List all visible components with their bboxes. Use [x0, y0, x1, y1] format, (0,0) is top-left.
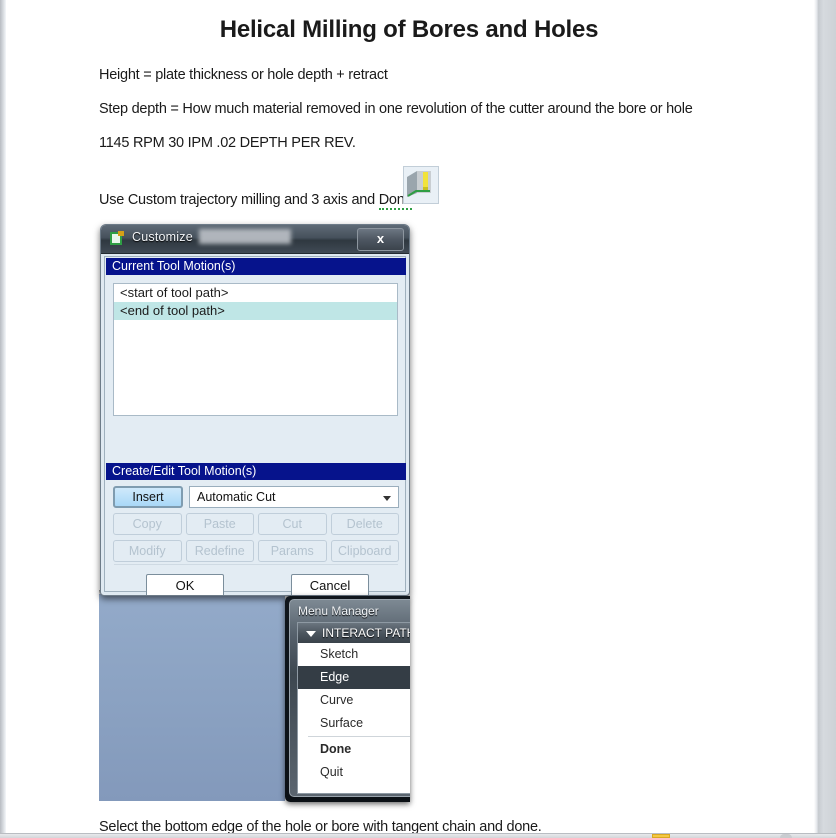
- menu-separator: [308, 736, 410, 737]
- body-line-rpm: 1145 RPM 30 IPM .02 DEPTH PER REV.: [99, 135, 356, 151]
- creo-app-icon: [109, 230, 126, 247]
- insert-button[interactable]: Insert: [113, 486, 183, 508]
- modify-button: Modify: [113, 540, 182, 562]
- insert-row: Insert Automatic Cut: [113, 486, 399, 508]
- document-page: Helical Milling of Bores and Holes Heigh…: [0, 0, 836, 838]
- redefine-button: Redefine: [185, 540, 254, 562]
- page-left-edge: [0, 0, 6, 838]
- list-item[interactable]: <start of tool path>: [114, 284, 397, 302]
- cut-type-select[interactable]: Automatic Cut: [189, 486, 399, 508]
- menu-item-quit[interactable]: Quit: [298, 761, 410, 784]
- create-edit-tool-motions-header: Create/Edit Tool Motion(s): [106, 463, 406, 480]
- customize-dialog-body: Current Tool Motion(s) <start of tool pa…: [104, 256, 406, 595]
- ok-button[interactable]: OK: [146, 574, 224, 595]
- dialog-divider: [114, 564, 398, 565]
- customize-title-text: Customize: [132, 230, 193, 244]
- close-icon[interactable]: x: [357, 228, 404, 251]
- taskbar-folder-icon[interactable]: [652, 834, 670, 838]
- page-right-margin: [818, 0, 836, 838]
- menu-manager-title: Menu Manager: [298, 604, 379, 618]
- params-button: Params: [258, 540, 327, 562]
- current-tool-motions-header: Current Tool Motion(s): [106, 258, 406, 275]
- menu-item-curve[interactable]: Curve: [298, 689, 410, 712]
- chevron-down-icon: [306, 631, 316, 637]
- delete-button: Delete: [330, 513, 399, 535]
- trajectory-milling-icon: [403, 166, 439, 204]
- customize-dialog: Customize x Current Tool Motion(s) <star…: [100, 224, 410, 596]
- menu-manager-list: INTERACT PATH Sketch Edge Curve Surface …: [297, 622, 410, 794]
- menu-manager-panel: Menu Manager INTERACT PATH Sketch Edge C…: [285, 596, 410, 802]
- customize-titlebar[interactable]: Customize x: [101, 225, 409, 254]
- menu-item-edge[interactable]: Edge: [298, 666, 410, 689]
- body-line-custom-trajectory: Use Custom trajectory milling and 3 axis…: [99, 192, 416, 210]
- page-title: Helical Milling of Bores and Holes: [219, 16, 599, 43]
- ok-cancel-row: OK Cancel: [113, 574, 399, 595]
- menu-item-done[interactable]: Done: [298, 738, 410, 761]
- body-line-height: Height = plate thickness or hole depth +…: [99, 67, 388, 83]
- clipboard-button: Clipboard: [330, 540, 399, 562]
- interact-path-header-text: INTERACT PATH: [322, 626, 410, 640]
- action-buttons-row-1: Copy Paste Cut Delete: [113, 513, 399, 535]
- interact-path-header[interactable]: INTERACT PATH: [298, 623, 410, 643]
- menu-item-surface[interactable]: Surface: [298, 712, 410, 735]
- cancel-button[interactable]: Cancel: [291, 574, 369, 595]
- tool-motion-list[interactable]: <start of tool path> <end of tool path>: [113, 283, 398, 416]
- cut-type-value: Automatic Cut: [197, 490, 276, 504]
- list-item[interactable]: <end of tool path>: [114, 302, 397, 320]
- taskbar-app-icon[interactable]: [780, 834, 792, 838]
- copy-button: Copy: [113, 513, 182, 535]
- customize-title-redaction: [199, 229, 291, 244]
- paste-button: Paste: [185, 513, 254, 535]
- cut-button: Cut: [258, 513, 327, 535]
- body-line-step-depth: Step depth = How much material removed i…: [99, 101, 693, 117]
- chevron-down-icon: [383, 496, 391, 501]
- taskbar-sliver: [0, 833, 836, 838]
- action-buttons-row-2: Modify Redefine Params Clipboard: [113, 540, 399, 562]
- menu-item-sketch[interactable]: Sketch: [298, 643, 410, 666]
- creo-graphics-area[interactable]: [99, 594, 285, 801]
- menu-manager-frame: Menu Manager INTERACT PATH Sketch Edge C…: [289, 599, 410, 797]
- custom-line-prefix: Use Custom trajectory milling and 3 axis…: [99, 192, 379, 208]
